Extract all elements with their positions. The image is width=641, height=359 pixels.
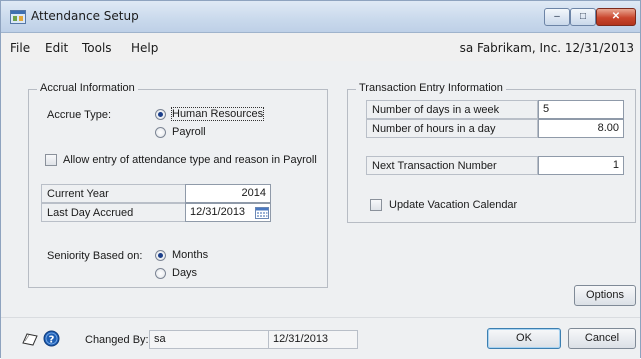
minimize-button[interactable]: – xyxy=(544,8,570,26)
maximize-button[interactable]: □ xyxy=(570,8,596,26)
hours-in-day-label: Number of hours in a day xyxy=(372,123,496,135)
close-button[interactable]: ✕ xyxy=(596,8,636,26)
days-in-week-label: Number of days in a week xyxy=(372,104,500,116)
hours-in-day-label-box: Number of hours in a day xyxy=(366,119,538,138)
days-option-label[interactable]: Days xyxy=(172,267,197,279)
seniority-days-radio[interactable] xyxy=(155,268,166,279)
help-icon[interactable]: ? xyxy=(43,330,60,347)
months-option-label[interactable]: Months xyxy=(172,249,208,261)
attendance-setup-window: Attendance Setup – □ ✕ File Edit Tools H… xyxy=(0,0,641,359)
title-bar[interactable]: Attendance Setup – □ ✕ xyxy=(1,1,640,33)
menu-edit[interactable]: Edit xyxy=(45,41,68,55)
last-day-accrued-label: Last Day Accrued xyxy=(47,207,134,219)
days-in-week-label-box: Number of days in a week xyxy=(366,100,538,119)
cancel-button[interactable]: Cancel xyxy=(568,328,636,349)
dialog-content: Accrual Information Accrue Type: Human R… xyxy=(1,61,640,317)
note-icon[interactable] xyxy=(21,332,39,346)
last-day-accrued-label-box: Last Day Accrued xyxy=(41,203,186,222)
update-vacation-calendar-checkbox[interactable] xyxy=(370,199,382,211)
hours-in-day-field[interactable]: 8.00 xyxy=(538,119,624,138)
app-window-icon xyxy=(10,10,26,24)
menu-bar: File Edit Tools Help sa Fabrikam, Inc. 1… xyxy=(1,33,640,61)
payroll-option-label[interactable]: Payroll xyxy=(172,126,206,138)
seniority-based-on-label: Seniority Based on: xyxy=(47,250,143,262)
menu-file[interactable]: File xyxy=(10,41,30,55)
transaction-entry-information-group: Transaction Entry Information Number of … xyxy=(347,82,636,223)
accrue-type-payroll-radio[interactable] xyxy=(155,127,166,138)
options-button[interactable]: Options xyxy=(574,285,636,306)
update-vacation-calendar-label[interactable]: Update Vacation Calendar xyxy=(389,199,517,211)
current-year-field[interactable]: 2014 xyxy=(185,184,271,203)
accrue-type-human-resources-radio[interactable] xyxy=(155,109,166,120)
ok-button[interactable]: OK xyxy=(487,328,561,349)
current-year-label-box: Current Year xyxy=(41,184,186,203)
dialog-footer: ? Changed By: sa 12/31/2013 OK Cancel xyxy=(1,317,640,359)
user-company-date: sa Fabrikam, Inc. 12/31/2013 xyxy=(459,41,634,55)
menu-tools[interactable]: Tools xyxy=(82,41,112,55)
allow-entry-label[interactable]: Allow entry of attendance type and reaso… xyxy=(63,154,317,166)
allow-entry-checkbox[interactable] xyxy=(45,154,57,166)
changed-by-field: sa xyxy=(149,330,269,349)
window-title: Attendance Setup xyxy=(31,9,139,23)
next-transaction-number-label-box: Next Transaction Number xyxy=(366,156,538,175)
days-in-week-field[interactable]: 5 xyxy=(538,100,624,119)
seniority-months-radio[interactable] xyxy=(155,250,166,261)
transaction-entry-information-legend: Transaction Entry Information xyxy=(356,82,506,94)
svg-text:?: ? xyxy=(49,334,55,345)
current-year-label: Current Year xyxy=(47,188,109,200)
calendar-icon[interactable] xyxy=(255,207,269,219)
changed-by-label: Changed By: xyxy=(85,334,149,346)
human-resources-option-label[interactable]: Human Resources xyxy=(170,107,265,121)
accrual-information-legend: Accrual Information xyxy=(37,82,138,94)
changed-date-field: 12/31/2013 xyxy=(268,330,358,349)
next-transaction-number-field[interactable]: 1 xyxy=(538,156,624,175)
accrue-type-label: Accrue Type: xyxy=(47,109,111,121)
menu-help[interactable]: Help xyxy=(131,41,158,55)
next-transaction-number-label: Next Transaction Number xyxy=(372,160,497,172)
accrual-information-group: Accrual Information Accrue Type: Human R… xyxy=(28,82,328,288)
